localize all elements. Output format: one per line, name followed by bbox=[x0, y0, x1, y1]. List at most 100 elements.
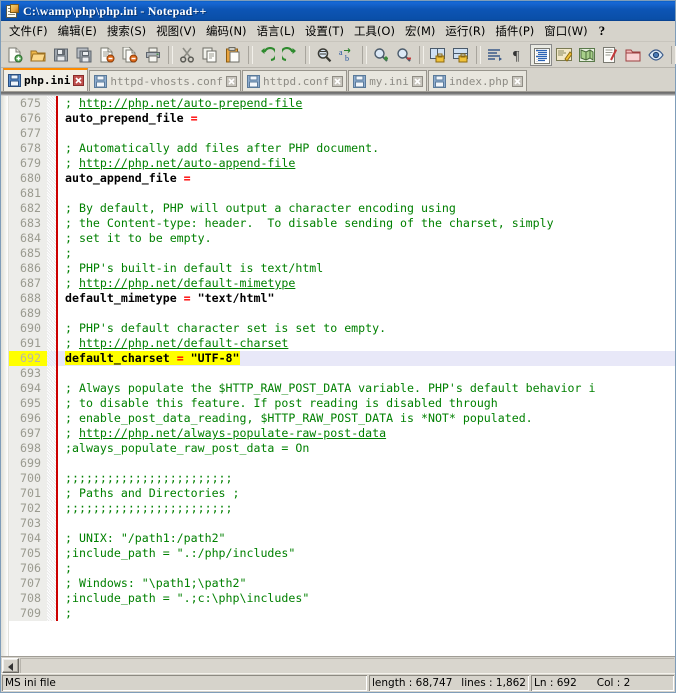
fold-margin[interactable] bbox=[47, 126, 58, 141]
user-language-icon[interactable] bbox=[553, 44, 575, 66]
pilcrow-icon[interactable]: ¶ bbox=[507, 44, 529, 66]
tab-php-ini[interactable]: php.ini bbox=[3, 68, 89, 91]
code-line[interactable]: 686 ; PHP's built-in default is text/html bbox=[9, 261, 675, 276]
code-line[interactable]: 676 auto_prepend_file = bbox=[9, 111, 675, 126]
fold-margin[interactable] bbox=[47, 426, 58, 441]
code-line-text[interactable] bbox=[58, 456, 675, 471]
fold-margin[interactable] bbox=[47, 501, 58, 516]
copy-icon[interactable] bbox=[199, 44, 221, 66]
code-line-text[interactable]: ; set it to be empty. bbox=[58, 231, 675, 246]
close-icon[interactable] bbox=[225, 75, 237, 87]
fold-margin[interactable] bbox=[47, 471, 58, 486]
code-line-text[interactable]: ; Paths and Directories ; bbox=[58, 486, 675, 501]
replace-icon[interactable]: a b bbox=[336, 44, 358, 66]
code-line[interactable]: 705 ;include_path = ".:/php/includes" bbox=[9, 546, 675, 561]
code-line[interactable]: 700;;;;;;;;;;;;;;;;;;;;;;;; bbox=[9, 471, 675, 486]
fold-margin[interactable] bbox=[47, 366, 58, 381]
fold-margin[interactable] bbox=[47, 456, 58, 471]
code-line-text[interactable]: ;;;;;;;;;;;;;;;;;;;;;;;; bbox=[58, 501, 675, 516]
fold-margin[interactable] bbox=[47, 141, 58, 156]
code-line-text[interactable]: ;;;;;;;;;;;;;;;;;;;;;;;; bbox=[58, 471, 675, 486]
paste-icon[interactable] bbox=[222, 44, 244, 66]
fold-margin[interactable] bbox=[47, 486, 58, 501]
fold-margin[interactable] bbox=[47, 561, 58, 576]
code-line-text[interactable]: ; PHP's built-in default is text/html bbox=[58, 261, 675, 276]
open-file-icon[interactable] bbox=[27, 44, 49, 66]
tab-index-php[interactable]: index.php bbox=[427, 70, 527, 91]
menu-view[interactable]: 视图(V) bbox=[151, 22, 201, 41]
menu-encoding[interactable]: 编码(N) bbox=[201, 22, 252, 41]
code-line-text[interactable]: ; to disable this feature. If post readi… bbox=[58, 396, 675, 411]
code-line[interactable]: 683 ; the Content-type: header. To disabl… bbox=[9, 216, 675, 231]
code-line-text[interactable]: ; bbox=[58, 246, 675, 261]
indent-guide-icon[interactable] bbox=[530, 43, 552, 66]
code-line-text[interactable] bbox=[58, 306, 675, 321]
fold-margin[interactable] bbox=[47, 306, 58, 321]
menu-file[interactable]: 文件(F) bbox=[4, 22, 53, 41]
sync-vertical-icon[interactable] bbox=[427, 44, 449, 66]
code-line[interactable]: 690 ; PHP's default character set is set … bbox=[9, 321, 675, 336]
code-line[interactable]: 696 ; enable_post_data_reading, $HTTP_RAW… bbox=[9, 411, 675, 426]
fold-margin[interactable] bbox=[47, 231, 58, 246]
zoom-out-icon[interactable] bbox=[393, 44, 415, 66]
doc-map-icon[interactable] bbox=[576, 44, 598, 66]
code-line[interactable]: 685; bbox=[9, 246, 675, 261]
code-line-text[interactable]: default_charset = "UTF-8" bbox=[58, 351, 675, 366]
code-line[interactable]: 688 default_mimetype = "text/html" bbox=[9, 291, 675, 306]
code-line[interactable]: 698 ;always_populate_raw_post_data = On bbox=[9, 441, 675, 456]
code-line[interactable]: 675; http://php.net/auto-prepend-file bbox=[9, 96, 675, 111]
redo-icon[interactable] bbox=[279, 44, 301, 66]
code-line[interactable]: 678 ; Automatically add files after PHP d… bbox=[9, 141, 675, 156]
code-line-text[interactable]: ; Always populate the $HTTP_RAW_POST_DAT… bbox=[58, 381, 675, 396]
code-line-text[interactable]: ; http://php.net/default-mimetype bbox=[58, 276, 675, 291]
fold-margin[interactable] bbox=[47, 171, 58, 186]
fold-margin[interactable] bbox=[47, 531, 58, 546]
code-line[interactable]: 694 ; Always populate the $HTTP_RAW_POST_… bbox=[9, 381, 675, 396]
code-line-text[interactable]: auto_prepend_file = bbox=[58, 111, 675, 126]
close-icon[interactable] bbox=[332, 75, 344, 87]
cut-icon[interactable] bbox=[176, 44, 198, 66]
fold-margin[interactable] bbox=[47, 156, 58, 171]
fold-margin[interactable] bbox=[47, 516, 58, 531]
code-line-text[interactable]: ; Automatically add files after PHP docu… bbox=[58, 141, 675, 156]
code-line-text[interactable] bbox=[58, 186, 675, 201]
code-line[interactable]: 689 bbox=[9, 306, 675, 321]
fold-margin[interactable] bbox=[47, 276, 58, 291]
menu-run[interactable]: 运行(R) bbox=[440, 22, 490, 41]
code-line[interactable]: 704 ; UNIX: "/path1:/path2" bbox=[9, 531, 675, 546]
close-icon[interactable] bbox=[411, 75, 423, 87]
new-file-icon[interactable] bbox=[4, 44, 26, 66]
fold-margin[interactable] bbox=[47, 381, 58, 396]
function-list-icon[interactable] bbox=[599, 44, 621, 66]
fold-margin[interactable] bbox=[47, 261, 58, 276]
fold-margin[interactable] bbox=[47, 216, 58, 231]
code-line-text[interactable]: ; http://php.net/always-populate-raw-pos… bbox=[58, 426, 675, 441]
code-line[interactable]: 692 default_charset = "UTF-8" bbox=[9, 351, 675, 366]
fold-margin[interactable] bbox=[47, 321, 58, 336]
print-icon[interactable] bbox=[142, 44, 164, 66]
tab-my-ini[interactable]: my.ini bbox=[348, 70, 427, 91]
code-text-area[interactable]: 675; http://php.net/auto-prepend-file 676… bbox=[9, 96, 675, 656]
fold-margin[interactable] bbox=[47, 606, 58, 621]
close-all-icon[interactable] bbox=[119, 44, 141, 66]
tab-httpd-conf[interactable]: httpd.conf bbox=[241, 70, 348, 91]
code-line-text[interactable]: ; bbox=[58, 561, 675, 576]
menu-search[interactable]: 搜索(S) bbox=[102, 22, 151, 41]
code-line-text[interactable]: auto_append_file = bbox=[58, 171, 675, 186]
undo-icon[interactable] bbox=[256, 44, 278, 66]
menu-window[interactable]: 窗口(W) bbox=[539, 22, 592, 41]
code-line-text[interactable]: ; UNIX: "/path1:/path2" bbox=[58, 531, 675, 546]
fold-margin[interactable] bbox=[47, 396, 58, 411]
code-line-text[interactable]: default_mimetype = "text/html" bbox=[58, 291, 675, 306]
menu-help[interactable]: ? bbox=[593, 23, 612, 40]
menu-language[interactable]: 语言(L) bbox=[252, 22, 300, 41]
code-line[interactable]: 693 bbox=[9, 366, 675, 381]
code-line[interactable]: 703 bbox=[9, 516, 675, 531]
menu-macro[interactable]: 宏(M) bbox=[400, 22, 440, 41]
fold-margin[interactable] bbox=[47, 96, 58, 111]
code-line[interactable]: 695 ; to disable this feature. If post re… bbox=[9, 396, 675, 411]
save-icon[interactable] bbox=[50, 44, 72, 66]
fold-margin[interactable] bbox=[47, 291, 58, 306]
code-line-text[interactable]: ; bbox=[58, 606, 675, 621]
code-line[interactable]: 709; bbox=[9, 606, 675, 621]
